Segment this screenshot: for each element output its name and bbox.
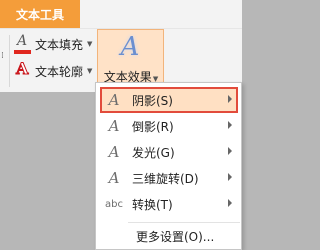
glow-a-icon: A — [108, 143, 120, 161]
3d-rotation-a-icon: A — [108, 169, 120, 187]
menu-item-shadow[interactable]: A 阴影(S) — [100, 87, 238, 113]
reflection-a-icon: A — [108, 117, 120, 135]
transform-abc-icon: abc — [105, 198, 123, 210]
group-divider — [9, 35, 10, 87]
text-fill-label: 文本填充 — [35, 37, 84, 52]
menu-item-transform[interactable]: abc 转换(T) — [100, 191, 238, 217]
submenu-arrow-icon — [228, 95, 232, 103]
menu-item-reflection[interactable]: A 倒影(R) — [100, 113, 238, 139]
menu-item-3d-rotation[interactable]: A 三维旋转(D) — [100, 165, 238, 191]
submenu-arrow-icon — [228, 121, 232, 129]
text-outline-icon: A — [15, 59, 29, 79]
chevron-down-icon: ▼ — [87, 40, 93, 48]
text-effects-menu: A 阴影(S) A 倒影(R) A 发光(G) A 三维旋转(D) abc 转换… — [95, 82, 242, 250]
text-effects-icon: A — [120, 32, 140, 62]
ribbon: 文本工具 ⁞ A 文本填充 ▼ A 文本轮廓 ▼ A 文本效果▼ — [0, 0, 242, 92]
submenu-arrow-icon — [228, 147, 232, 155]
overflow-dots-icon[interactable]: ⁞ — [1, 51, 4, 61]
chevron-down-icon: ▼ — [87, 67, 93, 75]
menu-item-glow[interactable]: A 发光(G) — [100, 139, 238, 165]
text-fill-button[interactable]: A 文本填充 ▼ — [14, 33, 92, 55]
text-fill-icon: A — [14, 33, 32, 54]
text-outline-label: 文本轮廓 — [35, 64, 84, 79]
text-outline-button[interactable]: A 文本轮廓 ▼ — [14, 59, 93, 82]
submenu-arrow-icon — [228, 199, 232, 207]
tab-text-tools[interactable]: 文本工具 — [0, 0, 80, 28]
menu-item-more-settings[interactable]: 更多设置(O)... — [100, 223, 238, 249]
submenu-arrow-icon — [228, 173, 232, 181]
shadow-a-icon: A — [108, 91, 120, 109]
